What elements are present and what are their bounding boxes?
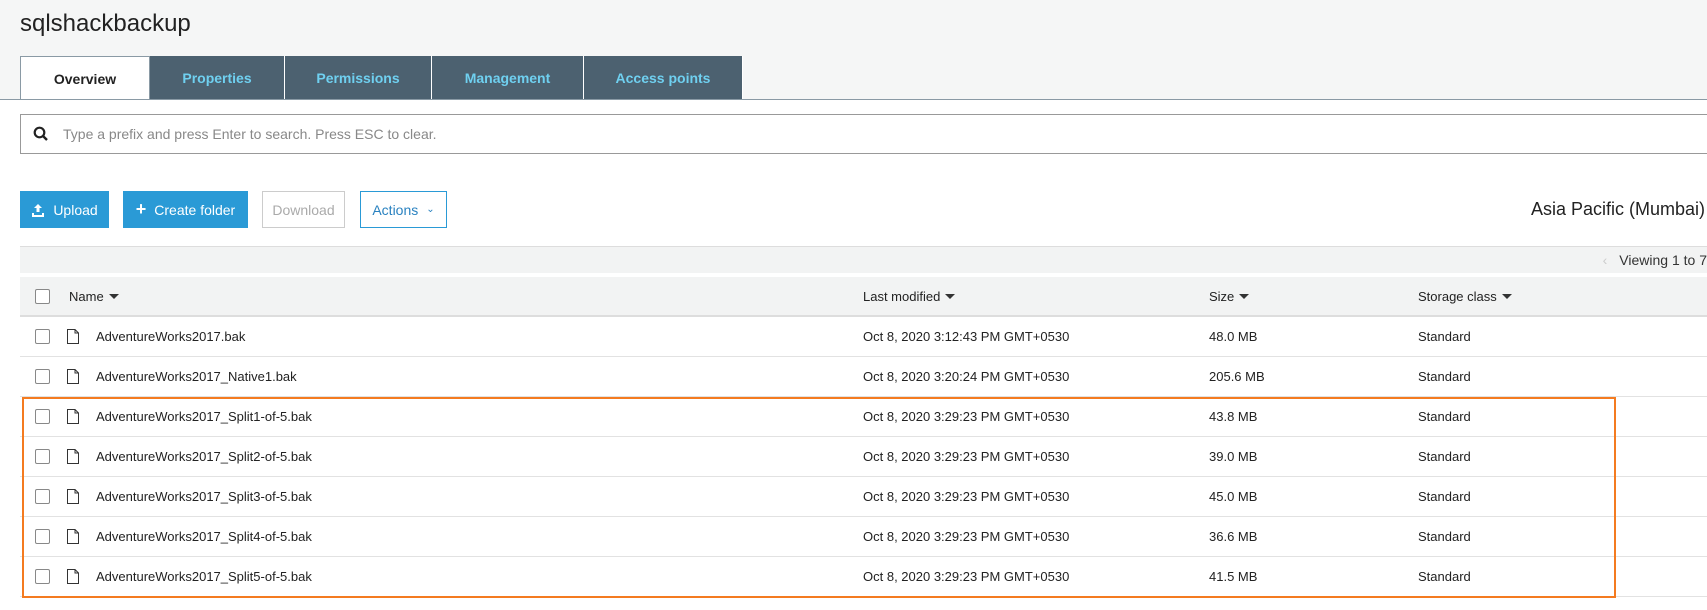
storage-class: Standard (1418, 529, 1471, 544)
file-size: 41.5 MB (1209, 569, 1258, 584)
chevron-down-icon: ⌄ (426, 204, 435, 215)
file-icon (67, 357, 79, 396)
table-row: AdventureWorks2017_Split5-of-5.bak Oct 8… (20, 557, 1707, 597)
create-folder-button[interactable]: + Create folder (123, 191, 248, 228)
create-folder-label: Create folder (154, 201, 236, 218)
search-input[interactable] (63, 126, 963, 142)
select-all-checkbox[interactable] (35, 289, 50, 304)
chevron-left-icon[interactable]: ‹ (1603, 252, 1608, 268)
last-modified: Oct 8, 2020 3:29:23 PM GMT+0530 (863, 449, 1070, 464)
file-name-link[interactable]: AdventureWorks2017_Native1.bak (96, 357, 297, 396)
storage-class: Standard (1418, 569, 1471, 584)
upload-icon (32, 203, 45, 217)
viewing-count: Viewing 1 to 7 (1619, 252, 1707, 268)
tab-management[interactable]: Management (432, 56, 584, 99)
sort-caret-icon (945, 293, 956, 299)
pagination-bar: ‹ Viewing 1 to 7 (20, 246, 1707, 273)
file-size: 45.0 MB (1209, 489, 1258, 504)
tab-divider (0, 99, 1707, 100)
file-size: 205.6 MB (1209, 369, 1265, 384)
file-icon (67, 317, 79, 356)
storage-class: Standard (1418, 369, 1471, 384)
file-size: 36.6 MB (1209, 529, 1258, 544)
row-checkbox[interactable] (35, 409, 50, 424)
file-size: 39.0 MB (1209, 449, 1258, 464)
actions-dropdown[interactable]: Actions ⌄ (360, 191, 447, 228)
tab-properties[interactable]: Properties (150, 56, 285, 99)
last-modified: Oct 8, 2020 3:29:23 PM GMT+0530 (863, 569, 1070, 584)
actions-label: Actions (372, 201, 419, 218)
upload-button[interactable]: Upload (20, 191, 109, 228)
file-icon (67, 517, 79, 556)
table-header: Name Last modified Size Storage class (20, 277, 1707, 317)
row-checkbox[interactable] (35, 569, 50, 584)
row-checkbox[interactable] (35, 369, 50, 384)
storage-class: Standard (1418, 329, 1471, 344)
column-storage-class[interactable]: Storage class (1418, 277, 1512, 315)
sort-caret-icon (1501, 293, 1512, 299)
last-modified: Oct 8, 2020 3:29:23 PM GMT+0530 (863, 529, 1070, 544)
column-name[interactable]: Name (69, 277, 119, 315)
file-icon (67, 437, 79, 476)
search-box (20, 114, 1707, 154)
storage-class: Standard (1418, 449, 1471, 464)
row-checkbox[interactable] (35, 489, 50, 504)
tab-access-points[interactable]: Access points (584, 56, 743, 99)
row-checkbox[interactable] (35, 449, 50, 464)
plus-icon: + (135, 199, 147, 219)
last-modified: Oct 8, 2020 3:12:43 PM GMT+0530 (863, 329, 1070, 344)
file-icon (67, 557, 79, 596)
table-row: AdventureWorks2017_Split4-of-5.bak Oct 8… (20, 517, 1707, 557)
file-name-link[interactable]: AdventureWorks2017.bak (96, 317, 245, 356)
file-icon (67, 397, 79, 436)
file-name-link[interactable]: AdventureWorks2017_Split2-of-5.bak (96, 437, 312, 476)
tab-bar: Overview Properties Permissions Manageme… (20, 56, 743, 100)
table-row: AdventureWorks2017_Split2-of-5.bak Oct 8… (20, 437, 1707, 477)
tab-permissions[interactable]: Permissions (285, 56, 432, 99)
row-checkbox[interactable] (35, 329, 50, 344)
column-size[interactable]: Size (1209, 277, 1250, 315)
table-row: AdventureWorks2017_Split3-of-5.bak Oct 8… (20, 477, 1707, 517)
storage-class: Standard (1418, 489, 1471, 504)
region-label: Asia Pacific (Mumbai) (1530, 199, 1705, 219)
last-modified: Oct 8, 2020 3:29:23 PM GMT+0530 (863, 489, 1070, 504)
upload-label: Upload (53, 201, 98, 218)
file-size: 48.0 MB (1209, 329, 1258, 344)
tab-overview[interactable]: Overview (20, 56, 150, 100)
page-title: sqlshackbackup (20, 10, 191, 37)
file-name-link[interactable]: AdventureWorks2017_Split3-of-5.bak (96, 477, 312, 516)
table-row: AdventureWorks2017_Split1-of-5.bak Oct 8… (20, 397, 1707, 437)
sort-caret-icon (1239, 293, 1250, 299)
file-name-link[interactable]: AdventureWorks2017_Split4-of-5.bak (96, 517, 312, 556)
column-last-modified[interactable]: Last modified (863, 277, 956, 315)
file-name-link[interactable]: AdventureWorks2017_Split1-of-5.bak (96, 397, 312, 436)
file-icon (67, 477, 79, 516)
search-icon (33, 126, 48, 141)
last-modified: Oct 8, 2020 3:20:24 PM GMT+0530 (863, 369, 1070, 384)
table-row: AdventureWorks2017_Native1.bak Oct 8, 20… (20, 357, 1707, 397)
row-checkbox[interactable] (35, 529, 50, 544)
last-modified: Oct 8, 2020 3:29:23 PM GMT+0530 (863, 409, 1070, 424)
sort-caret-icon (108, 293, 119, 299)
file-name-link[interactable]: AdventureWorks2017_Split5-of-5.bak (96, 557, 312, 596)
download-button[interactable]: Download (262, 191, 345, 228)
file-size: 43.8 MB (1209, 409, 1258, 424)
storage-class: Standard (1418, 409, 1471, 424)
table-row: AdventureWorks2017.bak Oct 8, 2020 3:12:… (20, 317, 1707, 357)
